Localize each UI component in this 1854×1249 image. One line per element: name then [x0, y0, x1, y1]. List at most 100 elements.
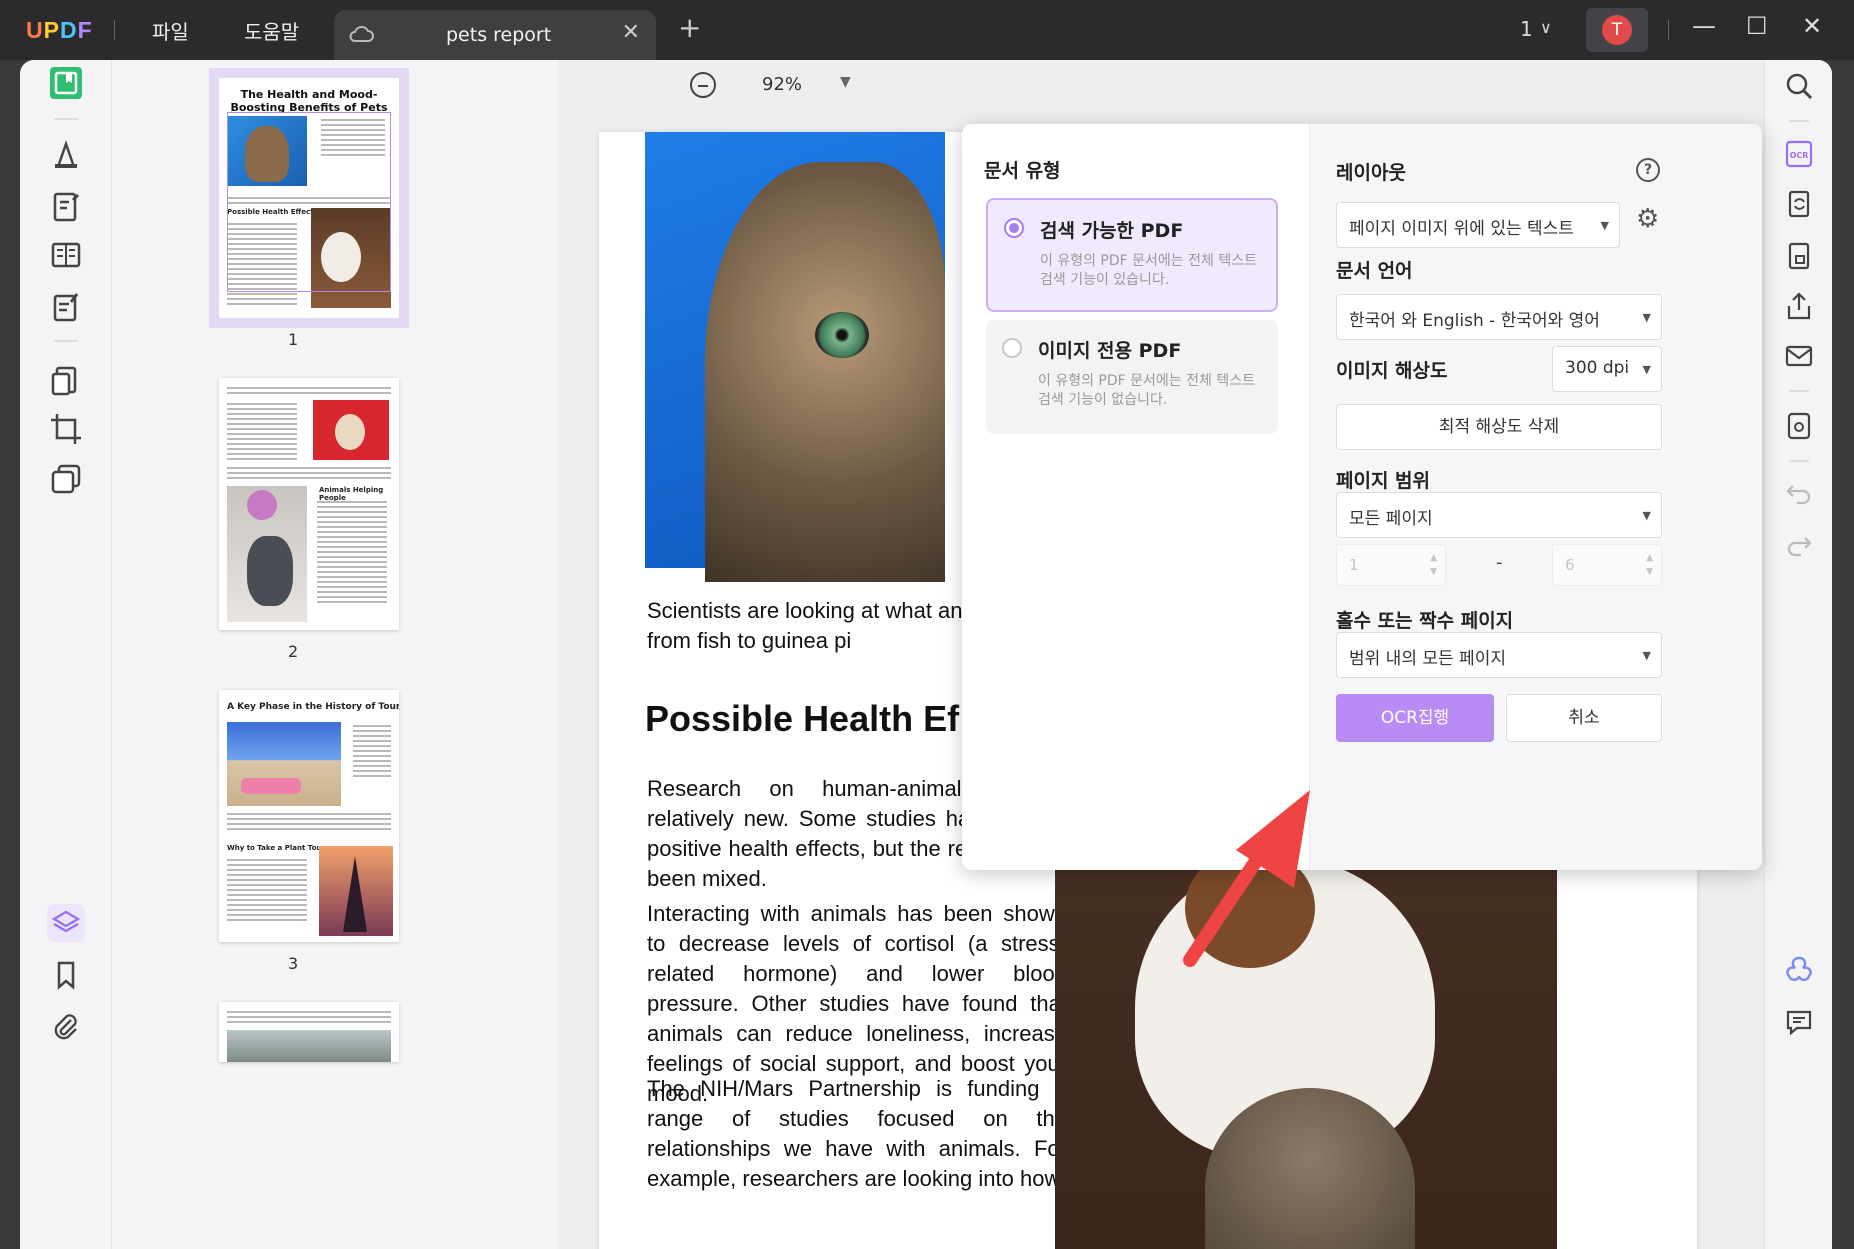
title-separator	[114, 20, 115, 40]
page-range-value: 모든 페이지	[1349, 509, 1433, 529]
run-ocr-button[interactable]: OCR집행	[1336, 694, 1494, 742]
new-tab-icon[interactable]: +	[678, 14, 701, 42]
dropdown-caret-icon: ▼	[1600, 219, 1609, 232]
range-to-input[interactable]: 6 ▲ ▼	[1552, 544, 1662, 586]
reader-icon[interactable]	[47, 64, 85, 102]
divider	[54, 340, 78, 342]
doc-type-section: 문서 유형 검색 가능한 PDF 이 유형의 PDF 문서에는 전체 텍스트 검…	[962, 124, 1310, 870]
svg-text:OCR: OCR	[1790, 151, 1809, 160]
option-image-only-pdf[interactable]: 이미지 전용 PDF 이 유형의 PDF 문서에는 전체 텍스트 검색 기능이 …	[986, 320, 1278, 434]
close-tab-icon[interactable]: ✕	[622, 20, 640, 45]
dropdown-caret-icon: ▼	[1642, 363, 1651, 376]
odd-even-value: 범위 내의 모든 페이지	[1349, 649, 1506, 669]
range-from-value: 1	[1349, 556, 1359, 574]
divider	[1789, 120, 1809, 122]
undo-icon[interactable]	[1783, 476, 1815, 508]
divider	[54, 118, 78, 120]
menu-help[interactable]: 도움말	[244, 16, 299, 45]
search-icon[interactable]	[1783, 70, 1815, 102]
page-view-icon[interactable]	[47, 236, 85, 274]
comment-icon[interactable]	[47, 136, 85, 174]
save-icon[interactable]	[1783, 410, 1815, 442]
page-range-select[interactable]: 모든 페이지 ▼	[1336, 492, 1662, 538]
thumbnail-title: The Health and Mood-Boosting Benefits of…	[230, 88, 388, 114]
resolution-value: 300 dpi	[1565, 358, 1630, 378]
fill-sign-icon[interactable]	[47, 288, 85, 326]
thumbnail-page-number: 2	[288, 642, 299, 661]
stepper-icon[interactable]: ▲ ▼	[1430, 551, 1437, 579]
paragraph-3: The NIH/Mars Partnership is funding a ra…	[647, 1076, 1067, 1191]
stepper-icon[interactable]: ▲ ▼	[1646, 551, 1653, 579]
zoom-level[interactable]: 92%	[762, 74, 802, 95]
menu-file[interactable]: 파일	[152, 16, 189, 45]
best-resolution-button[interactable]: 최적 해상도 삭제	[1336, 404, 1662, 450]
attachment-icon[interactable]	[47, 1008, 85, 1046]
havana-image	[227, 722, 341, 806]
tab-title: pets report	[446, 24, 552, 46]
email-icon[interactable]	[1783, 340, 1815, 372]
ocr-settings-section: 레이아웃 ? 페이지 이미지 위에 있는 텍스트 ▼ ⚙ 문서 언어 한국어 와 …	[1310, 124, 1762, 870]
bookmark-icon[interactable]	[47, 956, 85, 994]
thumbnail-panel: The Health and Mood-Boosting Benefits of…	[112, 60, 558, 1249]
range-dash: -	[1496, 552, 1503, 573]
thumbnail-page-1[interactable]: The Health and Mood-Boosting Benefits of…	[209, 68, 409, 328]
option-searchable-pdf[interactable]: 검색 가능한 PDF 이 유형의 PDF 문서에는 전체 텍스트 검색 기능이 …	[986, 198, 1278, 312]
maximize-icon[interactable]: ☐	[1746, 12, 1768, 40]
protect-icon[interactable]	[1783, 240, 1815, 272]
divider	[1789, 460, 1809, 462]
odd-even-label: 홀수 또는 짝수 페이지	[1336, 610, 1514, 632]
layout-value: 페이지 이미지 위에 있는 텍스트	[1349, 219, 1574, 239]
section-heading: Possible Health Ef	[645, 698, 960, 739]
resolution-label: 이미지 해상도	[1336, 360, 1448, 382]
convert-icon[interactable]	[1783, 188, 1815, 220]
option-name: 검색 가능한 PDF	[1040, 220, 1184, 242]
chevron-down-icon[interactable]: ∨	[1540, 18, 1552, 37]
landscape-image	[227, 1030, 391, 1062]
crop-icon[interactable]	[47, 410, 85, 448]
cat-flowers-image	[227, 486, 307, 622]
layers-icon[interactable]	[47, 904, 85, 942]
resolution-select[interactable]: 300 dpi ▼	[1552, 346, 1662, 392]
help-icon[interactable]: ?	[1636, 158, 1660, 182]
option-description: 이 유형의 PDF 문서에는 전체 텍스트 검색 기능이 없습니다.	[1038, 373, 1255, 408]
document-tab[interactable]: pets report ✕	[334, 10, 656, 60]
page-indicator[interactable]: 1	[1520, 17, 1533, 41]
layout-label: 레이아웃	[1336, 162, 1406, 184]
thumbnail-page-3[interactable]: A Key Phase in the History of Tourism Wh…	[219, 690, 399, 942]
option-description: 이 유형의 PDF 문서에는 전체 텍스트 검색 기능이 있습니다.	[1040, 253, 1257, 288]
redo-icon[interactable]	[1783, 528, 1815, 560]
cancel-button[interactable]: 취소	[1506, 694, 1662, 742]
language-value: 한국어 와 English - 한국어와 영어	[1349, 311, 1600, 331]
share-icon[interactable]	[1783, 290, 1815, 322]
close-window-icon[interactable]: ✕	[1802, 12, 1822, 40]
eiffel-tower-image	[319, 846, 393, 936]
zoom-out-icon[interactable]	[690, 72, 716, 98]
radio-button[interactable]	[1002, 338, 1022, 358]
range-to-value: 6	[1565, 556, 1575, 574]
thumbnail-page-4[interactable]	[219, 1002, 399, 1062]
thumbnail-page-2[interactable]: Animals Helping People	[219, 378, 399, 630]
batch-icon[interactable]	[47, 460, 85, 498]
ocr-panel: 문서 유형 검색 가능한 PDF 이 유형의 PDF 문서에는 전체 텍스트 검…	[962, 124, 1762, 870]
settings-gear-icon[interactable]: ⚙	[1636, 204, 1659, 234]
cloud-icon	[349, 26, 374, 42]
comment-list-icon[interactable]	[1783, 1006, 1815, 1038]
radio-button-selected[interactable]	[1004, 218, 1024, 238]
language-select[interactable]: 한국어 와 English - 한국어와 영어 ▼	[1336, 294, 1662, 340]
minimize-icon[interactable]: —	[1692, 12, 1716, 40]
ai-assistant-icon[interactable]	[1783, 954, 1815, 986]
right-toolbar: OCR	[1764, 60, 1832, 1249]
dropdown-caret-icon: ▼	[1642, 311, 1651, 324]
odd-even-select[interactable]: 범위 내의 모든 페이지 ▼	[1336, 632, 1662, 678]
thumbnail-page-number: 3	[288, 954, 299, 973]
layout-select[interactable]: 페이지 이미지 위에 있는 텍스트 ▼	[1336, 202, 1620, 248]
organize-pages-icon[interactable]	[47, 362, 85, 400]
range-from-input[interactable]: 1 ▲ ▼	[1336, 544, 1446, 586]
ocr-icon[interactable]: OCR	[1783, 138, 1815, 170]
title-bar: UPDF 파일 도움말 pets report ✕ + 1 ∨ T — ☐ ✕	[0, 0, 1854, 60]
cat-photo	[645, 132, 945, 582]
edit-pdf-icon[interactable]	[47, 188, 85, 226]
account-button[interactable]: T	[1586, 8, 1648, 52]
divider	[1789, 390, 1809, 392]
zoom-dropdown-icon[interactable]: ▼	[840, 74, 851, 90]
